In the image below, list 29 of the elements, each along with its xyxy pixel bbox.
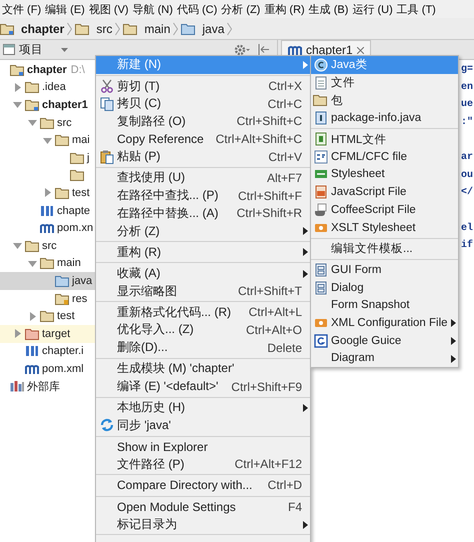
code-text: ue	[461, 99, 474, 110]
tree-label: mai	[72, 134, 90, 146]
tree-label: java	[72, 274, 92, 287]
code-text: if	[461, 240, 474, 252]
code-text: </	[461, 187, 474, 198]
tree-label: main	[57, 257, 81, 270]
tree-label: chapter	[27, 64, 67, 76]
panel-title: 项目	[19, 43, 43, 57]
tree-label: res	[72, 292, 88, 305]
code-text: ou	[461, 170, 474, 181]
tree-label: target	[42, 328, 70, 340]
tree-label: chapte	[57, 204, 90, 217]
code-text: :"	[461, 117, 474, 128]
tree-label: chapter.i	[42, 345, 84, 358]
tree-label: .idea	[42, 81, 66, 94]
tree-label: src	[42, 240, 57, 252]
tree-label: chapter1	[42, 98, 88, 111]
tree-label: test	[72, 186, 90, 199]
code-text: g=	[461, 64, 474, 76]
tree-label: pom.xn	[57, 222, 94, 234]
tree-label: j	[87, 152, 90, 164]
tree-label: test	[57, 310, 75, 322]
tree-label: src	[57, 116, 72, 129]
tree-label: pom.xml	[42, 362, 84, 375]
code-text: en	[461, 82, 474, 93]
project-path: D:\	[70, 64, 85, 76]
code-text: el	[461, 222, 474, 234]
tree-label: 外部库	[27, 380, 60, 394]
code-text: ar	[461, 152, 474, 164]
